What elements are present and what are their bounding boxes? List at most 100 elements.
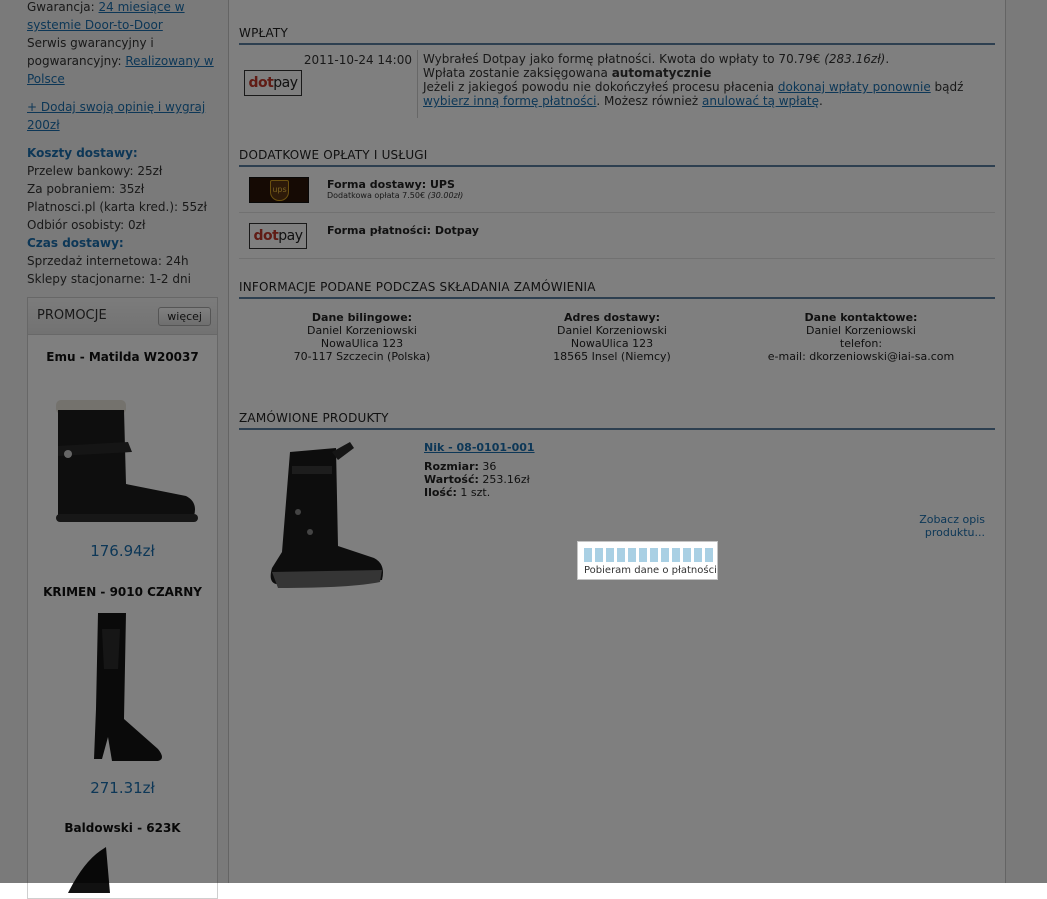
promo-item[interactable]: Baldowski - 623K [28, 821, 217, 893]
delivery-cost-item: Za pobraniem: 35zł [27, 182, 145, 196]
product-name-link[interactable]: Nik - 08-0101-001 [424, 441, 535, 454]
extras-section-title: DODATKOWE OPŁATY I USŁUGI [239, 148, 995, 167]
product-image[interactable] [262, 442, 392, 592]
payment-text: . [885, 52, 890, 66]
shipping-info: Adres dostawy: Daniel Korzeniowski NowaU… [512, 311, 712, 363]
payment-divider [417, 50, 418, 118]
promo-item-name[interactable]: KRIMEN - 9010 CZARNY [28, 585, 217, 599]
payment-line-1: Wybrałeś Dotpay jako formę płatności. Kw… [423, 52, 993, 66]
billing-line: 70-117 Szczecin (Polska) [293, 350, 431, 363]
billing-info: Dane bilingowe: Daniel Korzeniowski Nowa… [262, 311, 462, 363]
payment-auto-label: automatycznie [611, 66, 712, 80]
delivery-cost-item: Odbiór osobisty: 0zł [27, 218, 146, 232]
product-size-label: Rozmiar: [424, 460, 479, 473]
payment-amount-pln: (283.16zł) [824, 52, 886, 66]
delivery-fee-text: Dodatkowa opłata 7.50€ [327, 191, 428, 200]
promo-item-price: 176.94zł [90, 542, 155, 560]
dotpay-logo-dot: dot [248, 75, 274, 91]
billing-header: Dane bilingowe: [311, 311, 413, 324]
extras-divider [239, 212, 995, 213]
payment-text: Wybrałeś Dotpay jako formę płatności. Kw… [423, 52, 825, 66]
payment-text: bądź [930, 80, 964, 94]
product-qty-label: Ilość: [424, 486, 457, 499]
shipping-line: Daniel Korzeniowski [557, 324, 667, 337]
shipping-line: NowaUlica 123 [570, 337, 654, 350]
product-size-value: 36 [478, 460, 497, 473]
product-details-link[interactable]: Zobacz opis produktu... [860, 513, 985, 539]
promotions-box: PROMOCJE więcej Emu - Matilda W20037 176… [27, 297, 218, 899]
billing-line: Daniel Korzeniowski [307, 324, 417, 337]
promo-item-name[interactable]: Emu - Matilda W20037 [28, 350, 217, 364]
warranty-info: Gwarancja: 24 miesiące w systemie Door-t… [27, 0, 222, 34]
retry-payment-link[interactable]: dokonaj wpłaty ponownie [778, 80, 931, 94]
payment-line-2: Wpłata zostanie zaksięgowana automatyczn… [423, 66, 993, 80]
dotpay-logo: dotpay [249, 223, 307, 249]
cancel-payment-link[interactable]: anulować tą wpłatę [702, 94, 819, 108]
dotpay-logo: dotpay [244, 70, 302, 96]
loading-bar [672, 548, 680, 562]
delivery-cost-item: Platnosci.pl (karta kred.): 55zł [27, 200, 207, 214]
shipping-line: 18565 Insel (Niemcy) [553, 350, 671, 363]
loading-bar [650, 548, 658, 562]
change-payment-method-link[interactable]: wybierz inną formę płatności [423, 94, 596, 108]
loading-bar [694, 548, 702, 562]
delivery-time-item: Sprzedaż internetowa: 24h [27, 254, 189, 268]
loading-bar [639, 548, 647, 562]
promo-item[interactable]: KRIMEN - 9010 CZARNY 271.31zł [28, 585, 217, 797]
ups-logo: ups [249, 177, 309, 203]
contact-line: Daniel Korzeniowski [806, 324, 916, 337]
contact-line: telefon: [839, 337, 883, 350]
delivery-cost-item: Przelew bankowy: 25zł [27, 164, 163, 178]
extras-divider [239, 258, 995, 259]
product-size: Rozmiar: 36 [424, 460, 535, 473]
payment-method-label: Forma płatności: Dotpay [327, 224, 479, 237]
payment-text: . Możesz również [596, 94, 703, 108]
payment-text: . [819, 94, 823, 108]
payment-details: Wybrałeś Dotpay jako formę płatności. Kw… [423, 52, 993, 108]
promotions-title: PROMOCJE [37, 308, 107, 323]
contact-header: Dane kontaktowe: [804, 311, 918, 324]
shipping-header: Adres dostawy: [563, 311, 661, 324]
product-value-value: 253.16zł [478, 473, 530, 486]
promo-item[interactable]: Emu - Matilda W20037 176.94zł [28, 350, 217, 560]
warranty-label: Gwarancja: [27, 0, 95, 14]
dotpay-logo-pay: pay [278, 228, 303, 244]
loader-text: Pobieram dane o płatności [584, 565, 717, 576]
loading-bar [617, 548, 625, 562]
product-qty-value: 1 szt. [456, 486, 491, 499]
promotions-header: PROMOCJE więcej [28, 298, 217, 335]
right-gutter [1005, 0, 1047, 883]
promotions-more-button[interactable]: więcej [158, 307, 211, 326]
loading-bar [606, 548, 614, 562]
dotpay-logo-pay: pay [273, 75, 298, 91]
order-info-section-title: INFORMACJE PODANE PODCZAS SKŁADANIA ZAMÓ… [239, 280, 995, 299]
product-value-label: Wartość: [424, 473, 479, 486]
payment-text: Jeżeli z jakiegoś powodu nie dokończyłeś… [423, 80, 778, 94]
loading-bar [584, 548, 592, 562]
loading-bars-icon [584, 548, 713, 562]
product-value: Wartość: 253.16zł [424, 473, 535, 486]
delivery-costs-header: Koszty dostawy: [27, 146, 138, 160]
delivery-fee: Dodatkowa opłata 7.50€ (30.00zł) [327, 191, 463, 200]
loading-bar [683, 548, 691, 562]
dotpay-logo-dot: dot [253, 228, 279, 244]
loading-bar [595, 548, 603, 562]
pump-shoe-image[interactable] [28, 843, 217, 893]
promo-item-name[interactable]: Baldowski - 623K [28, 821, 217, 835]
loading-bar [705, 548, 713, 562]
billing-line: NowaUlica 123 [320, 337, 404, 350]
ordered-products-section-title: ZAMÓWIONE PRODUKTY [239, 411, 995, 430]
contact-info: Dane kontaktowe: Daniel Korzeniowski tel… [751, 311, 971, 363]
delivery-time-item: Sklepy stacjonarne: 1-2 dni [27, 272, 191, 286]
delivery-time-header: Czas dostawy: [27, 236, 124, 250]
payment-loader: Pobieram dane o płatności [577, 541, 718, 580]
contact-line: e-mail: dkorzeniowski@iai-sa.com [767, 350, 955, 363]
service-info: Serwis gwarancyjny i pogwarancyjny: Real… [27, 34, 222, 88]
product-qty: Ilość: 1 szt. [424, 486, 535, 499]
add-opinion-link[interactable]: + Dodaj swoją opinię i wygraj 200zł [27, 100, 205, 132]
payment-date: 2011-10-24 14:00 [303, 53, 412, 67]
tall-boot-image[interactable] [28, 609, 217, 769]
order-page: Gwarancja: 24 miesiące w systemie Door-t… [0, 0, 1047, 899]
boot-image[interactable] [28, 376, 217, 536]
delivery-fee-pln: (30.00zł) [427, 191, 464, 200]
